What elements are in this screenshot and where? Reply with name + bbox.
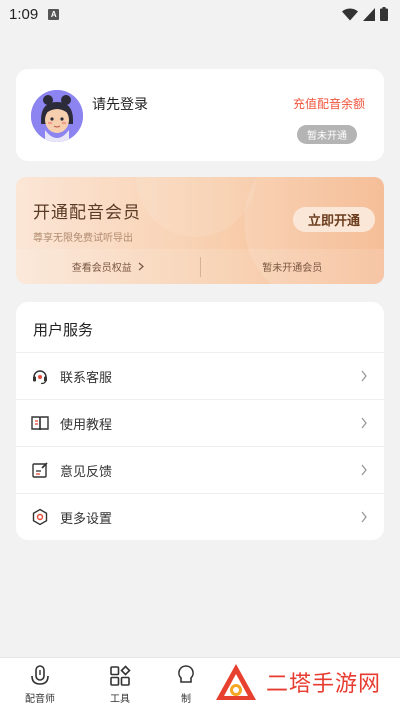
login-card[interactable]: 请先登录 充值配音余额 暂未开通 (16, 69, 384, 161)
chevron-right-icon (361, 370, 367, 382)
wifi-icon (342, 7, 358, 20)
feedback-icon (30, 460, 50, 480)
chevron-right-icon (361, 417, 367, 429)
chevron-right-icon (361, 511, 367, 523)
tab-label: 工具 (110, 694, 130, 705)
watermark: 二塔手游网 (208, 655, 394, 709)
settings-icon (30, 507, 50, 527)
vip-banner[interactable]: 开通配音会员 尊享无限免费试听导出 立即开通 查看会员权益 暂未开通会员 (16, 177, 384, 284)
open-vip-button[interactable]: 立即开通 (293, 207, 375, 232)
grid-icon (110, 665, 131, 686)
login-prompt[interactable]: 请先登录 (92, 94, 148, 114)
bottom-tab-bar: 配音师 工具 制 二塔手游网 (0, 657, 400, 711)
vip-title: 开通配音会员 (33, 203, 141, 223)
membership-status: 暂未开通会员 (201, 259, 385, 274)
recharge-link[interactable]: 充值配音余额 (293, 95, 365, 112)
watermark-logo-icon (216, 664, 256, 700)
tab-label: 制 (181, 694, 191, 705)
book-icon (30, 413, 50, 433)
chevron-right-icon (361, 464, 367, 476)
tab-voice-actor[interactable]: 配音师 (10, 664, 70, 705)
avatar[interactable] (31, 90, 83, 142)
signal-icon (363, 7, 375, 21)
tab-label: 配音师 (25, 694, 55, 705)
view-benefits-link[interactable]: 查看会员权益 (16, 259, 200, 274)
view-benefits-label: 查看会员权益 (71, 263, 132, 274)
list-item-tutorial[interactable]: 使用教程 (16, 399, 384, 446)
list-item-label: 联系客服 (60, 370, 113, 386)
watermark-text: 二塔手游网 (266, 672, 382, 697)
list-item-contact-support[interactable]: 联系客服 (16, 352, 384, 399)
list-item-label: 更多设置 (60, 511, 113, 527)
list-item-settings[interactable]: 更多设置 (16, 493, 384, 540)
microphone-icon (31, 665, 49, 685)
vip-footer: 查看会员权益 暂未开通会员 (16, 249, 384, 284)
status-badge: 暂未开通 (297, 125, 357, 144)
decor-circle (136, 177, 256, 237)
membership-status-label: 暂未开通会员 (262, 263, 323, 274)
status-time: 1:09 (9, 5, 39, 23)
avatar-illustration-icon (31, 90, 83, 142)
vip-subtitle: 尊享无限免费试听导出 (33, 233, 133, 244)
battery-icon (380, 7, 388, 21)
tab-tools[interactable]: 工具 (90, 664, 150, 705)
status-bar: 1:09 A (0, 0, 400, 28)
list-item-label: 使用教程 (60, 417, 113, 433)
chevron-right-icon (138, 262, 144, 271)
section-title: 用户服务 (33, 321, 94, 339)
user-services-card: 用户服务 联系客服 使用教程 意见反馈 更多设置 (16, 302, 384, 540)
tab-make[interactable]: 制 (166, 664, 206, 705)
list-item-label: 意见反馈 (60, 464, 113, 480)
list-item-feedback[interactable]: 意见反馈 (16, 446, 384, 493)
bulb-icon (178, 665, 194, 683)
headset-icon (30, 366, 50, 386)
notification-icon: A (48, 8, 60, 20)
